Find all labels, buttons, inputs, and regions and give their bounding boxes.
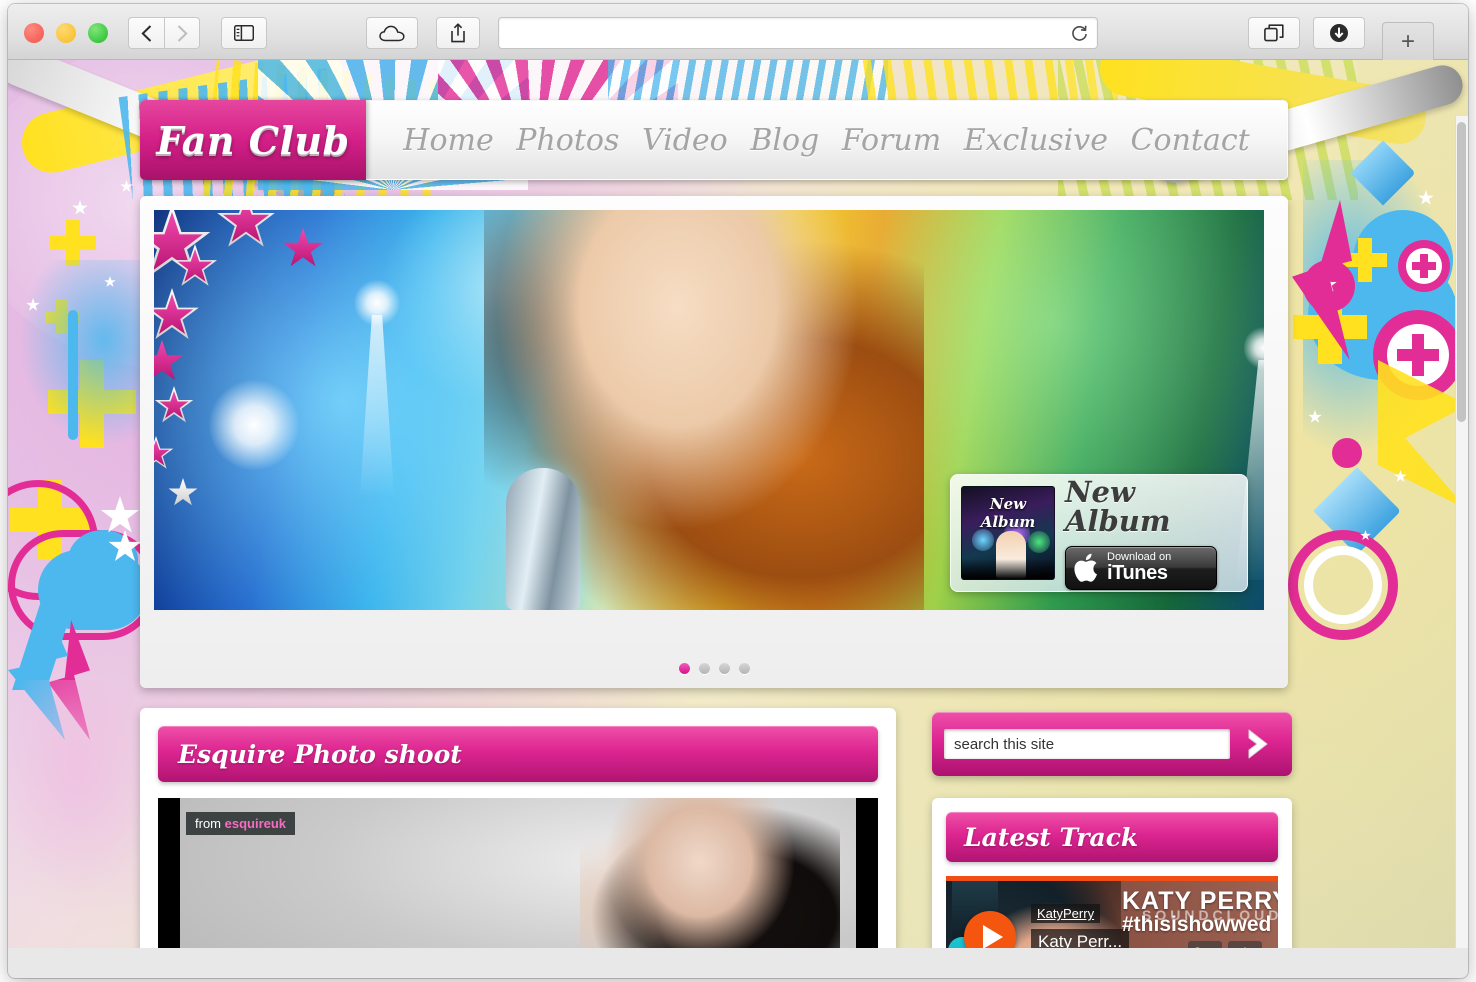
hero-microphone	[506, 468, 580, 610]
album-cover-caption: New Album	[980, 495, 1036, 531]
album-card-body: New Album Download on iTunes	[1055, 476, 1237, 590]
photoshoot-header: Esquire Photo shoot	[158, 726, 878, 782]
browser-toolbar: +	[8, 4, 1468, 60]
itunes-button-big-label: iTunes	[1107, 562, 1168, 585]
nav-item-forum[interactable]: Forum	[842, 123, 941, 158]
carousel-dot-2[interactable]	[698, 663, 710, 674]
nav-item-contact[interactable]: Contact	[1131, 123, 1250, 158]
site-search-panel	[932, 712, 1292, 776]
site-navigation: Fan Club Home Photos Video Blog Forum Ex…	[140, 100, 1288, 180]
webpage-viewport: Fan Club Home Photos Video Blog Forum Ex…	[8, 60, 1468, 948]
browser-window: + Fan Club Home Photos Video Blog Forum …	[8, 4, 1468, 978]
nav-item-video[interactable]: Video	[642, 123, 728, 158]
share-button[interactable]	[436, 17, 480, 49]
chevron-right-icon	[1248, 729, 1268, 759]
shopping-cart-icon	[1195, 947, 1200, 948]
sidebar-toggle-button[interactable]	[221, 17, 267, 49]
cloud-icon	[379, 25, 405, 41]
search-input[interactable]	[944, 729, 1230, 759]
nav-links: Home Photos Video Blog Forum Exclusive C…	[366, 101, 1287, 179]
sidebar-icon	[234, 25, 254, 41]
nav-item-home[interactable]: Home	[403, 123, 493, 158]
nav-item-blog[interactable]: Blog	[750, 123, 819, 158]
photoshoot-image[interactable]: from esquireuk	[158, 798, 878, 948]
site-logo[interactable]: Fan Club	[140, 100, 366, 180]
back-button[interactable]	[128, 17, 164, 49]
nav-item-exclusive[interactable]: Exclusive	[964, 123, 1108, 158]
site-logo-text: Fan Club	[156, 117, 350, 163]
carousel-dot-1[interactable]	[678, 663, 690, 674]
play-icon	[982, 925, 1003, 948]
soundcloud-track-title: Katy Perr...	[1031, 929, 1130, 948]
hero-slide-image[interactable]: New Album New Album Download on iTunes	[154, 210, 1264, 610]
share-icon	[1244, 947, 1246, 948]
photoshoot-badge-prefix: from	[195, 816, 225, 831]
reload-icon[interactable]	[1071, 25, 1088, 42]
new-album-card[interactable]: New Album New Album Download on iTunes	[950, 474, 1248, 592]
soundcloud-share-button[interactable]	[1228, 941, 1262, 948]
carousel-dot-3[interactable]	[718, 663, 730, 674]
photoshoot-header-title: Esquire Photo shoot	[178, 739, 462, 769]
chevron-right-icon	[177, 24, 188, 42]
downloads-button[interactable]	[1313, 17, 1365, 49]
soundcloud-buy-button[interactable]	[1188, 941, 1222, 948]
page-scrollbar-thumb[interactable]	[1457, 122, 1466, 422]
album-card-title: New Album	[1065, 475, 1171, 538]
carousel-dot-4[interactable]	[738, 663, 750, 674]
soundcloud-player[interactable]: KatyPerry Katy Perr... KATY PERRY SOUNDC…	[946, 876, 1278, 948]
itunes-download-button[interactable]: Download on iTunes	[1065, 546, 1217, 590]
window-close-button[interactable]	[24, 23, 44, 43]
hero-star-decorations	[154, 210, 324, 550]
icloud-tabs-button[interactable]	[366, 17, 418, 49]
latest-track-title: Latest Track	[964, 822, 1139, 852]
tab-overview-icon	[1264, 24, 1284, 42]
chevron-left-icon	[141, 24, 152, 42]
latest-track-panel: Latest Track KatyPerry Katy Perr... KATY…	[932, 798, 1292, 948]
address-bar[interactable]	[498, 17, 1098, 49]
carousel-pagination	[140, 663, 1288, 674]
forward-button[interactable]	[164, 17, 200, 49]
hero-carousel-panel: New Album New Album Download on iTunes	[140, 196, 1288, 688]
page-scrollbar[interactable]	[1455, 116, 1468, 948]
soundcloud-hashtag: #thisishowwed	[1122, 913, 1272, 936]
apple-icon	[1074, 553, 1100, 583]
new-tab-button[interactable]: +	[1382, 22, 1434, 60]
photoshoot-source-badge[interactable]: from esquireuk	[186, 812, 296, 835]
search-submit-button[interactable]	[1236, 722, 1280, 766]
album-cover-thumbnail: New Album	[961, 486, 1055, 580]
itunes-button-labels: Download on iTunes	[1100, 551, 1171, 585]
url-input[interactable]	[511, 18, 1051, 48]
photoshoot-panel: Esquire Photo shoot from esquireuk	[140, 708, 896, 948]
soundcloud-user-link[interactable]: KatyPerry	[1031, 904, 1101, 923]
nav-item-photos[interactable]: Photos	[516, 123, 619, 158]
photoshoot-badge-source[interactable]: esquireuk	[225, 816, 286, 831]
download-icon	[1330, 24, 1348, 42]
window-minimize-button[interactable]	[56, 23, 76, 43]
tab-overview-button[interactable]	[1248, 17, 1300, 49]
latest-track-header: Latest Track	[946, 812, 1278, 862]
window-maximize-button[interactable]	[88, 23, 108, 43]
share-icon	[451, 23, 465, 43]
photoshoot-subject	[580, 798, 840, 948]
